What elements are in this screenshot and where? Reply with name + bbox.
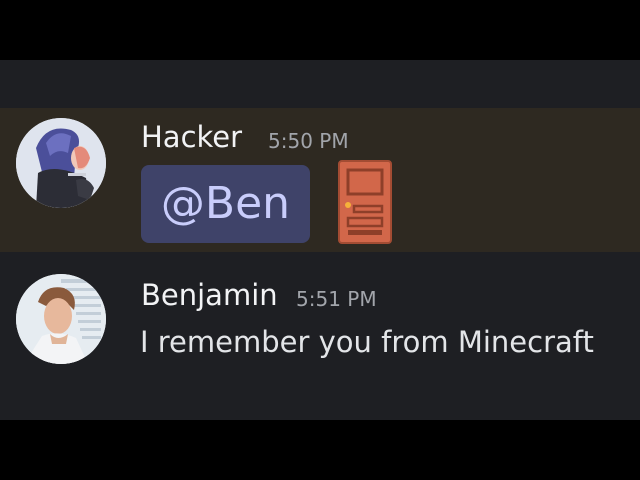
- avatar-benjamin[interactable]: [16, 274, 106, 364]
- message-text: I remember you from Minecraft: [140, 325, 594, 359]
- user-mention[interactable]: @Ben: [141, 165, 310, 243]
- message-mentioned[interactable]: Hacker 5:50 PM @Ben: [0, 108, 640, 252]
- message-timestamp: 5:50 PM: [268, 129, 349, 153]
- chat-message-list: Hacker 5:50 PM @Ben Benjamin 5:51 PM I r…: [0, 60, 640, 420]
- avatar-hacker[interactable]: [16, 118, 106, 208]
- message-timestamp: 5:51 PM: [296, 287, 377, 311]
- door-emoji: [338, 160, 392, 244]
- username[interactable]: Hacker: [141, 120, 242, 154]
- username[interactable]: Benjamin: [141, 278, 278, 312]
- message[interactable]: Benjamin 5:51 PM I remember you from Min…: [0, 273, 640, 373]
